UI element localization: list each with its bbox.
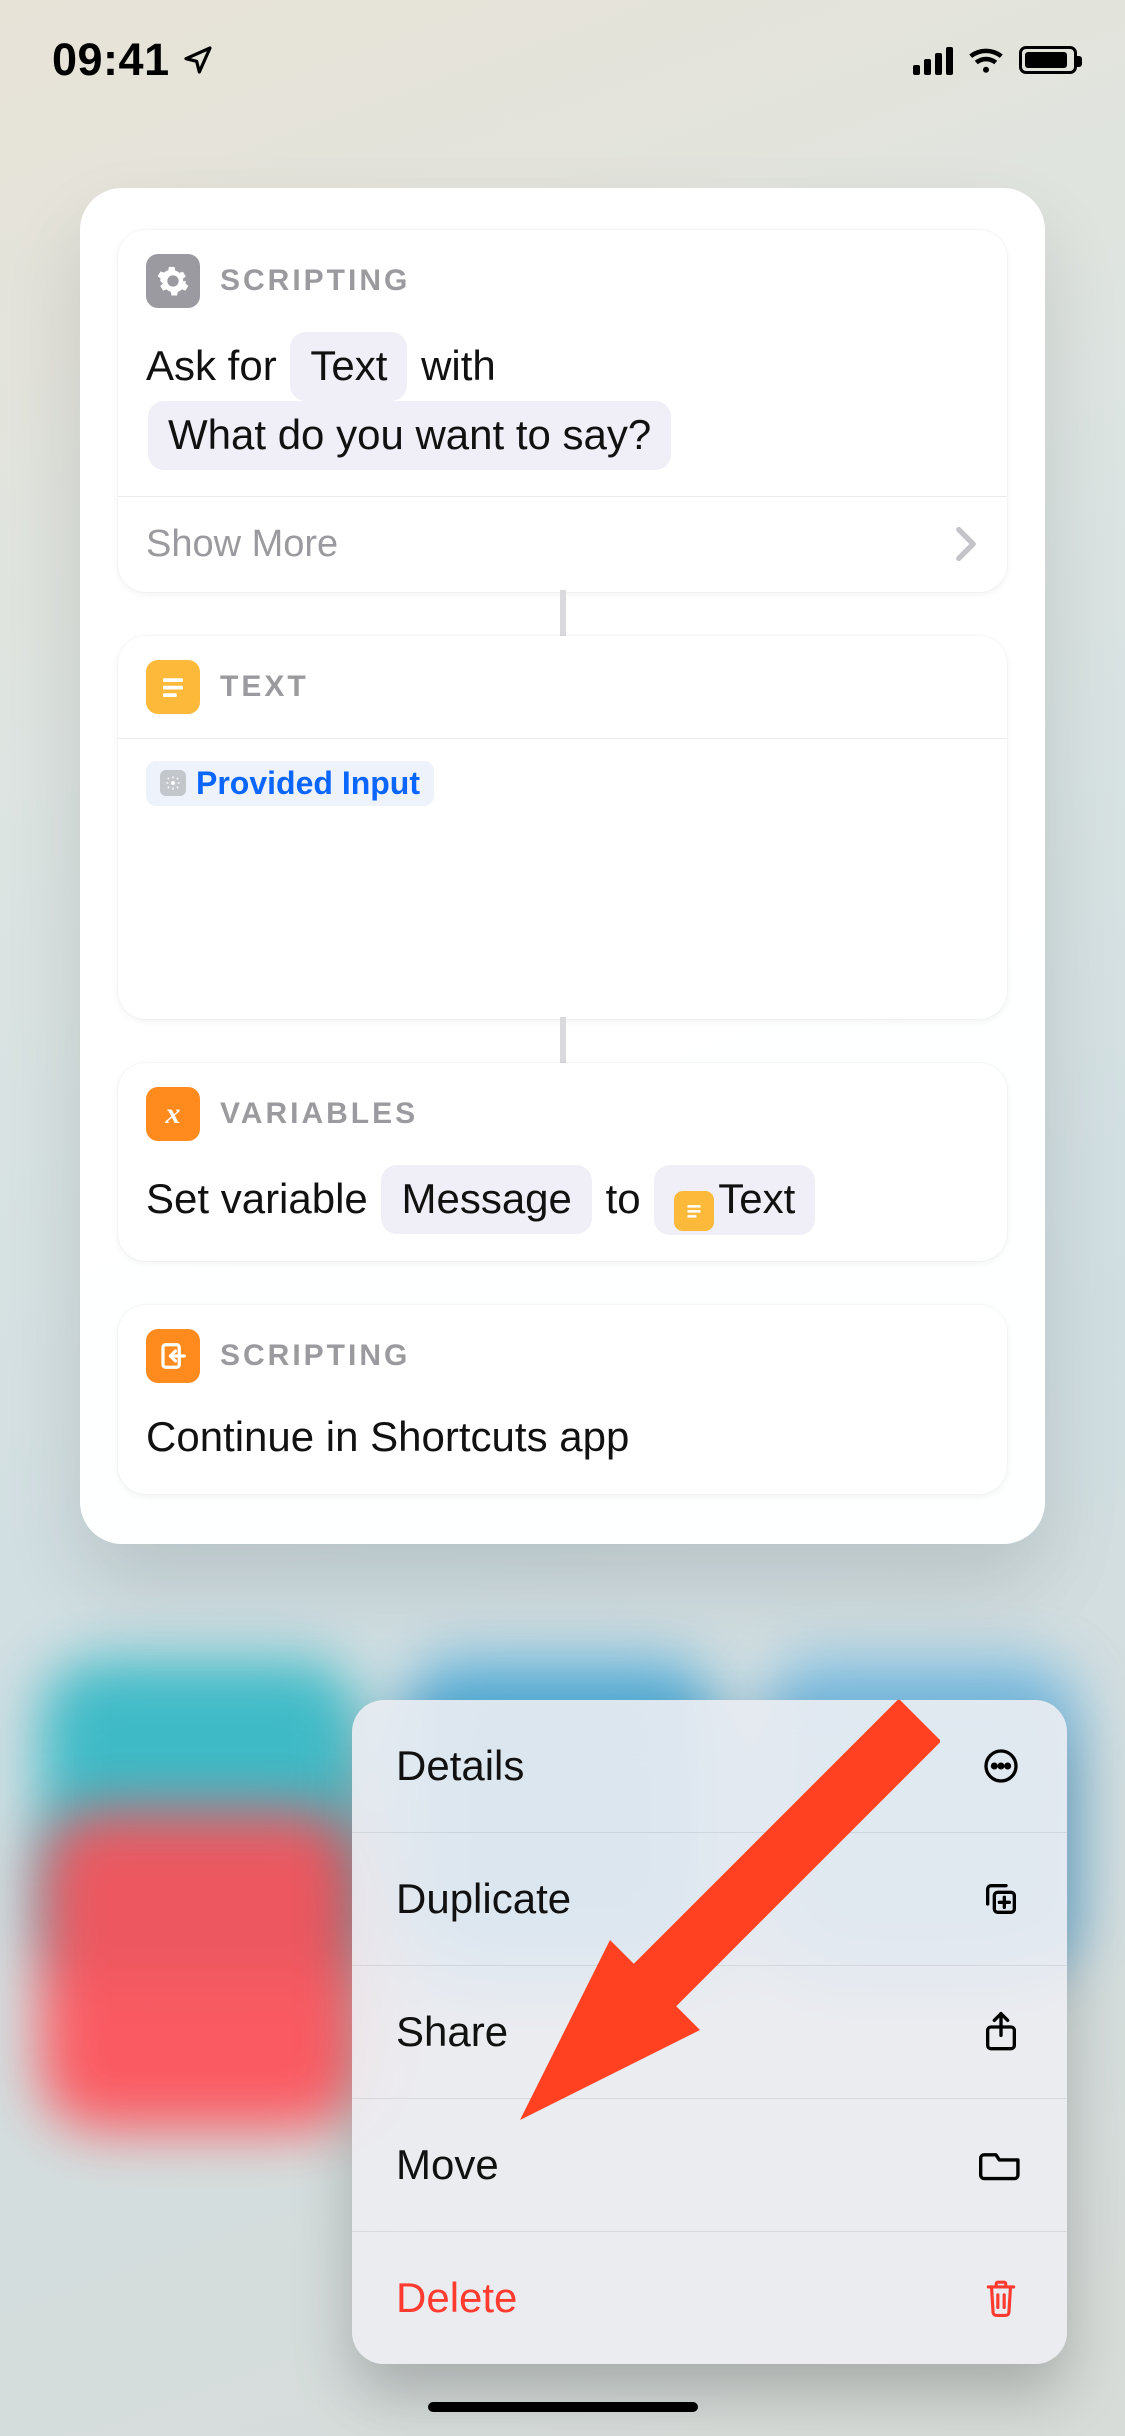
menu-item-label: Share — [396, 2008, 508, 2056]
action-category-label: SCRIPTING — [220, 1339, 410, 1373]
clock-label: 09:41 — [52, 34, 170, 86]
menu-item-label: Delete — [396, 2274, 517, 2322]
action-category-label: VARIABLES — [220, 1097, 418, 1131]
location-icon — [182, 44, 214, 76]
variable-icon: x — [146, 1087, 200, 1141]
variable-token-provided-input[interactable]: Provided Input — [146, 761, 434, 806]
gear-icon — [146, 254, 200, 308]
bg-app-blob — [40, 1810, 360, 2130]
trash-icon — [979, 2277, 1023, 2319]
action-card-ask-for-input[interactable]: SCRIPTING Ask for Text with What do you … — [118, 230, 1007, 592]
menu-item-move[interactable]: Move — [352, 2099, 1067, 2232]
gear-mini-icon — [160, 770, 186, 796]
action-category-label: TEXT — [220, 670, 309, 704]
home-indicator[interactable] — [428, 2402, 698, 2412]
variable-name: Provided Input — [196, 765, 420, 802]
menu-item-share[interactable]: Share — [352, 1966, 1067, 2099]
menu-item-label: Details — [396, 1742, 524, 1790]
wifi-icon — [967, 45, 1005, 75]
text-segment: Ask for — [146, 342, 277, 389]
variable-name-token[interactable]: Message — [381, 1165, 591, 1234]
action-summary: Continue in Shortcuts app — [118, 1401, 1007, 1494]
menu-item-duplicate[interactable]: Duplicate — [352, 1833, 1067, 1966]
menu-item-details[interactable]: Details — [352, 1700, 1067, 1833]
text-segment: with — [421, 342, 496, 389]
open-app-icon — [146, 1329, 200, 1383]
text-icon — [146, 660, 200, 714]
menu-item-label: Duplicate — [396, 1875, 571, 1923]
action-category-label: SCRIPTING — [220, 264, 410, 298]
text-icon — [674, 1191, 714, 1231]
battery-icon — [1019, 46, 1077, 74]
variable-value-label: Text — [718, 1175, 795, 1222]
text-action-body[interactable]: Provided Input — [118, 739, 1007, 1019]
menu-item-label: Move — [396, 2141, 499, 2189]
action-card-set-variable[interactable]: x VARIABLES Set variable Message to Text — [118, 1063, 1007, 1261]
action-title: Continue in Shortcuts app — [146, 1413, 629, 1460]
shortcut-preview-sheet: SCRIPTING Ask for Text with What do you … — [80, 188, 1045, 1544]
menu-item-delete[interactable]: Delete — [352, 2232, 1067, 2364]
context-menu: Details Duplicate Share Move Delete — [352, 1700, 1067, 2364]
show-more-label: Show More — [146, 523, 338, 566]
chevron-right-icon — [953, 526, 979, 562]
variable-value-token[interactable]: Text — [654, 1165, 815, 1235]
status-time: 09:41 — [52, 34, 214, 86]
cellular-icon — [913, 45, 953, 75]
show-more-button[interactable]: Show More — [118, 497, 1007, 592]
flow-connector — [560, 1017, 566, 1065]
ask-prompt-token[interactable]: What do you want to say? — [148, 401, 671, 470]
text-segment: Set variable — [146, 1175, 368, 1222]
text-segment: to — [606, 1175, 641, 1222]
duplicate-icon — [979, 1879, 1023, 1919]
folder-icon — [979, 2147, 1023, 2183]
ellipsis-circle-icon — [979, 1746, 1023, 1786]
action-card-text[interactable]: TEXT Provided Input — [118, 636, 1007, 1019]
flow-connector — [560, 590, 566, 638]
action-summary: Set variable Message to Text — [118, 1159, 1007, 1261]
ask-type-token[interactable]: Text — [290, 332, 407, 401]
action-summary: Ask for Text with What do you want to sa… — [118, 326, 1007, 496]
status-bar: 09:41 — [0, 0, 1125, 120]
share-icon — [979, 2010, 1023, 2054]
action-card-continue-in-app[interactable]: SCRIPTING Continue in Shortcuts app — [118, 1305, 1007, 1494]
